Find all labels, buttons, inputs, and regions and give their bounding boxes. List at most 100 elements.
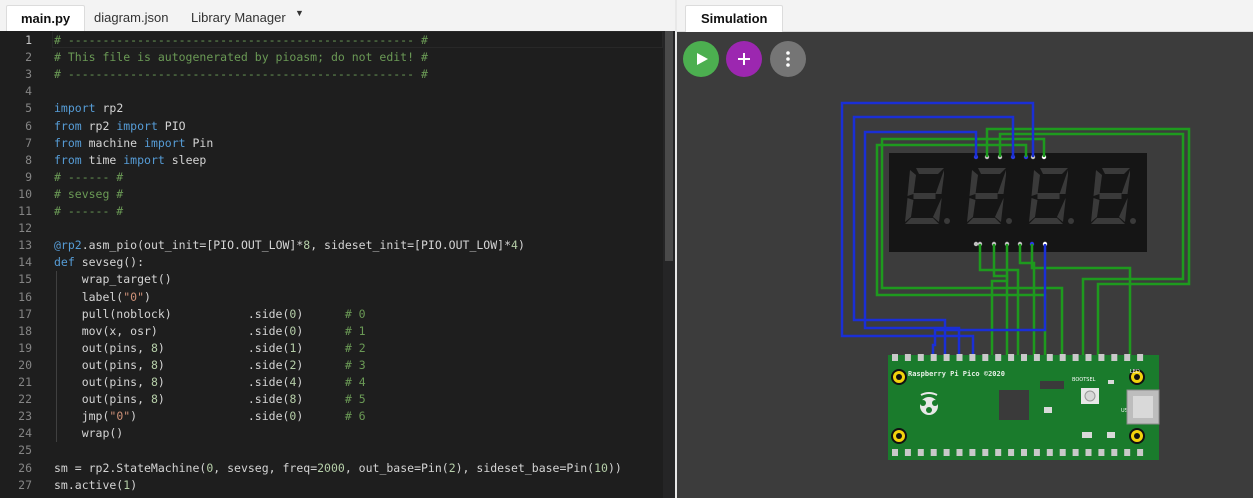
line-number: 25 [18, 443, 32, 458]
code-token: 8 [150, 392, 158, 407]
header-pin[interactable] [892, 449, 898, 456]
code-line[interactable]: 12 [0, 220, 663, 237]
header-pin[interactable] [1072, 449, 1079, 456]
code-text: def sevseg(): [54, 254, 144, 271]
code-line[interactable]: 20 out(pins, 8) .side(2) # 3 [0, 357, 663, 374]
tab-diagram-json[interactable]: diagram.json [80, 5, 182, 31]
header-pin[interactable] [1059, 449, 1066, 456]
display-pin[interactable] [973, 241, 979, 247]
code-text: jmp("0") .side(0) # 6 [54, 408, 366, 425]
code-line[interactable]: 21 out(pins, 8) .side(4) # 4 [0, 374, 663, 391]
code-line[interactable]: 18 mov(x, osr) .side(0) # 1 [0, 323, 663, 340]
code-token: machine [81, 135, 145, 150]
header-pin[interactable] [1072, 354, 1079, 361]
header-pin[interactable] [930, 449, 937, 456]
header-pin[interactable] [1021, 449, 1027, 456]
header-pin[interactable] [904, 449, 911, 456]
decimal-point [1006, 218, 1012, 224]
code-text: # ------ # [54, 169, 123, 186]
header-pin[interactable] [1008, 449, 1015, 456]
code-line[interactable]: 17 pull(noblock) .side(0) # 0 [0, 306, 663, 323]
scrollbar-thumb[interactable] [665, 31, 673, 261]
header-pin[interactable] [995, 354, 1002, 361]
code-line[interactable]: 23 jmp("0") .side(0) # 6 [0, 408, 663, 425]
header-pin[interactable] [930, 354, 937, 361]
code-token: "0" [109, 409, 131, 424]
code-token: ), sideset_base=Pin( [455, 460, 595, 475]
header-pin[interactable] [1111, 449, 1118, 456]
code-line[interactable]: 13 @rp2.asm_pio(out_init=[PIO.OUT_LOW]*8,… [0, 237, 663, 254]
header-pin[interactable] [1098, 354, 1105, 361]
header-pin[interactable] [956, 449, 963, 456]
code-token: @rp2 [54, 238, 82, 253]
code-line[interactable]: 25 [0, 442, 663, 459]
header-pin[interactable] [1137, 354, 1144, 361]
code-token: ) [296, 375, 345, 389]
display-segment [975, 193, 998, 199]
code-line[interactable]: 4 [0, 83, 663, 100]
code-line[interactable]: 8 from time import sleep [0, 152, 663, 169]
code-line[interactable]: 7 from machine import Pin [0, 135, 663, 152]
header-pin[interactable] [1085, 449, 1092, 456]
code-editor[interactable]: 1 # -------------------------------------… [0, 31, 663, 498]
code-line[interactable]: 27 sm.active(1) [0, 477, 663, 494]
tab-library-manager[interactable]: Library Manager [177, 5, 300, 31]
code-text: import rp2 [54, 100, 123, 117]
code-line[interactable]: 19 out(pins, 8) .side(1) # 2 [0, 340, 663, 357]
header-pin[interactable] [943, 354, 950, 361]
header-pin[interactable] [1137, 449, 1144, 456]
line-number: 3 [25, 67, 32, 82]
code-token: .asm_pio(out_init=[PIO.OUT_LOW]* [81, 238, 304, 253]
code-line[interactable]: 6 from rp2 import PIO [0, 118, 663, 135]
pico-label: Raspberry Pi Pico ©2020 [908, 370, 1005, 378]
code-line[interactable]: 15 wrap_target() [0, 271, 663, 288]
pico-board[interactable]: Raspberry Pi Pico ©2020 BOOTSEL LED USB [888, 354, 1160, 460]
code-line[interactable]: 9 # ------ # [0, 169, 663, 186]
tab-main-py[interactable]: main.py [6, 5, 86, 32]
code-line[interactable]: 2 # This file is autogenerated by pioasm;… [0, 49, 663, 66]
code-token: ) .side( [157, 392, 290, 407]
code-line[interactable]: 10 # sevseg # [0, 186, 663, 203]
code-token: # 2 [344, 340, 366, 355]
header-pin[interactable] [1046, 449, 1053, 456]
code-line[interactable]: 11 # ------ # [0, 203, 663, 220]
code-token: # ------ # [54, 169, 124, 184]
header-pin[interactable] [1059, 354, 1066, 361]
header-pin[interactable] [995, 449, 1002, 456]
code-line[interactable]: 1 # -------------------------------------… [0, 32, 663, 49]
header-pin[interactable] [969, 449, 976, 456]
editor-scrollbar[interactable] [663, 31, 675, 498]
code-token: # 3 [344, 357, 366, 372]
header-pin[interactable] [1008, 354, 1015, 361]
code-line[interactable]: 5 import rp2 [0, 100, 663, 117]
code-token: "0" [123, 289, 145, 304]
header-pin[interactable] [1085, 354, 1092, 361]
header-pin[interactable] [917, 449, 924, 456]
code-line[interactable]: 14 def sevseg(): [0, 254, 663, 271]
header-pin[interactable] [904, 354, 911, 361]
code-line[interactable]: 3 # -------------------------------------… [0, 66, 663, 83]
header-pin[interactable] [982, 449, 989, 456]
header-pin[interactable] [1124, 449, 1131, 456]
header-pin[interactable] [1124, 354, 1131, 361]
header-pin[interactable] [1021, 354, 1027, 361]
code-token: ) [296, 323, 345, 338]
header-pin[interactable] [982, 354, 989, 361]
caret-down-icon[interactable]: ▼ [295, 8, 304, 18]
header-pin[interactable] [1033, 449, 1040, 456]
header-pin[interactable] [892, 354, 898, 361]
code-line[interactable]: 24 wrap() [0, 425, 663, 442]
header-pin[interactable] [1098, 449, 1105, 456]
line-number: 7 [25, 135, 32, 150]
header-pin[interactable] [1033, 354, 1040, 361]
header-pin[interactable] [1046, 354, 1053, 361]
code-line[interactable]: 22 out(pins, 8) .side(8) # 5 [0, 391, 663, 408]
header-pin[interactable] [1111, 354, 1118, 361]
header-pin[interactable] [956, 354, 963, 361]
code-line[interactable]: 26 sm = rp2.StateMachine(0, sevseg, freq=… [0, 460, 663, 477]
seven-segment-display[interactable] [889, 153, 1147, 252]
header-pin[interactable] [969, 354, 976, 361]
header-pin[interactable] [943, 449, 950, 456]
header-pin[interactable] [917, 354, 924, 361]
code-line[interactable]: 16 label("0") [0, 289, 663, 306]
